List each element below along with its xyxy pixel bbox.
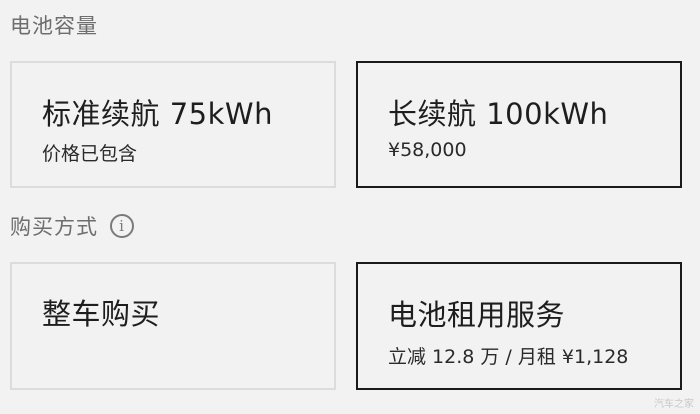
purchase-option-battery-rental[interactable]: 电池租用服务 立减 12.8 万 / 月租 ¥1,128 (356, 262, 682, 390)
purchase-method-label: 购买方式 i (10, 211, 134, 241)
purchase-method-label-text: 购买方式 (10, 215, 98, 239)
option-title: 整车购买 (42, 297, 161, 331)
watermark: 汽车之家 (654, 399, 694, 410)
purchase-option-full-vehicle[interactable]: 整车购买 (10, 262, 336, 390)
info-icon[interactable]: i (110, 214, 134, 238)
option-price: ¥58,000 (388, 139, 467, 161)
battery-option-standard-75kwh[interactable]: 标准续航 75kWh 价格已包含 (10, 61, 336, 188)
option-title: 标准续航 75kWh (42, 97, 273, 131)
option-price: 立减 12.8 万 / 月租 ¥1,128 (388, 346, 629, 368)
battery-capacity-label: 电池容量 (10, 14, 98, 38)
option-price: 价格已包含 (42, 143, 138, 165)
option-title: 电池租用服务 (388, 298, 566, 332)
battery-option-long-100kwh[interactable]: 长续航 100kWh ¥58,000 (356, 61, 682, 188)
option-title: 长续航 100kWh (388, 97, 609, 131)
